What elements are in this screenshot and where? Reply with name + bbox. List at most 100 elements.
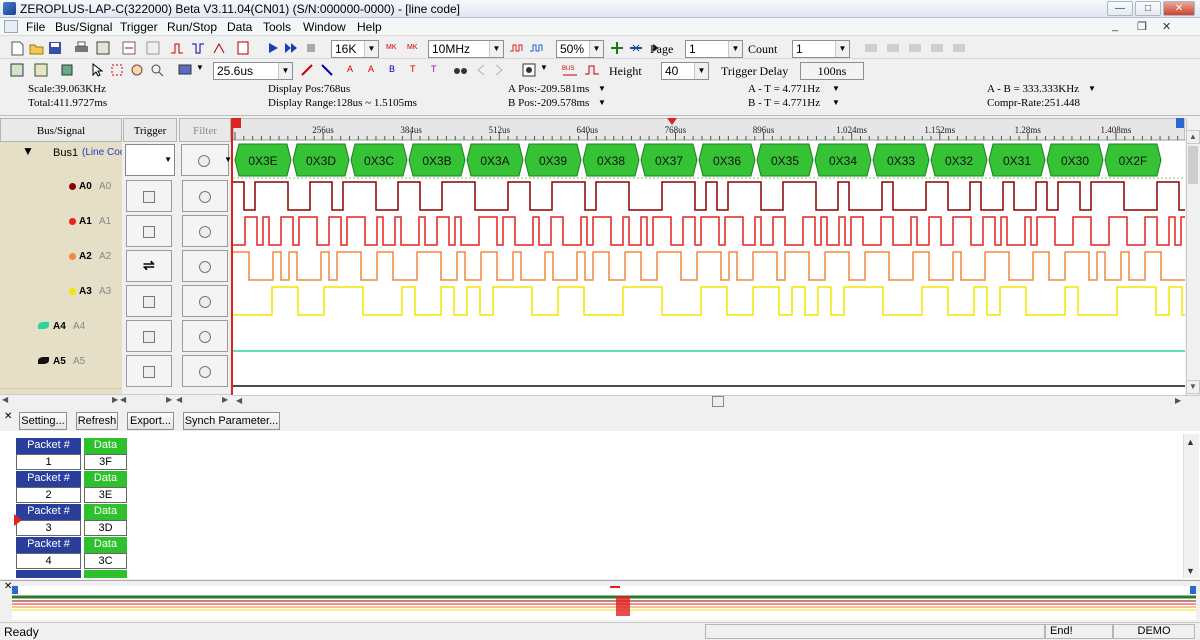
chevron-down-icon[interactable]: ▼ xyxy=(832,98,840,107)
find-prev-icon[interactable] xyxy=(472,61,490,79)
zoom-select-icon[interactable] xyxy=(148,61,166,79)
clock-wave-icon[interactable] xyxy=(508,39,526,57)
screen-icon[interactable] xyxy=(176,61,194,79)
height-select[interactable]: 40 ▼ xyxy=(661,62,709,80)
packet-vscrollbar[interactable] xyxy=(1183,434,1199,578)
scroll-left-icon[interactable]: ◀ xyxy=(236,396,242,405)
scroll-down-icon[interactable]: ▼ xyxy=(1186,566,1195,576)
hscroll-thumb[interactable] xyxy=(712,396,724,407)
packet-number[interactable]: 2 xyxy=(16,487,81,503)
scroll-left-icon[interactable]: ◀ xyxy=(176,395,182,404)
a0-trigger-cell[interactable] xyxy=(126,180,172,212)
a2-trigger-cell[interactable]: ⇌ xyxy=(126,250,172,282)
find-next-icon[interactable] xyxy=(490,61,508,79)
chevron-down-icon[interactable]: ▼ xyxy=(196,63,204,72)
synch-parameter-button[interactable]: Synch Parameter... xyxy=(183,412,280,430)
packet-data[interactable]: 3E xyxy=(84,487,127,503)
chevron-down-icon[interactable]: ▼ xyxy=(540,63,548,72)
cursor-b-icon[interactable] xyxy=(318,61,336,79)
scroll-right-icon[interactable]: ▶ xyxy=(166,395,172,404)
scroll-left-icon[interactable]: ◀ xyxy=(120,395,126,404)
zoom-mk-icon[interactable]: MK xyxy=(383,39,401,57)
menu-file[interactable]: File xyxy=(26,20,45,34)
refresh-button[interactable]: Refresh xyxy=(76,412,118,430)
collapse-icon[interactable]: ▼ xyxy=(22,144,34,158)
menu-bus-signal[interactable]: Bus/Signal xyxy=(55,20,112,34)
align3-icon[interactable] xyxy=(906,39,924,57)
packet-number[interactable]: 4 xyxy=(16,553,81,569)
bus-name[interactable]: Bus1 xyxy=(53,147,78,159)
menu-tools[interactable]: Tools xyxy=(263,20,291,34)
close-button[interactable]: ✕ xyxy=(1163,1,1195,16)
select-icon[interactable] xyxy=(108,61,126,79)
new-file-icon[interactable] xyxy=(8,39,26,57)
bar-a-icon[interactable]: A xyxy=(344,61,362,79)
clock-wave2-icon[interactable] xyxy=(528,39,546,57)
trigger-fall-icon[interactable] xyxy=(189,39,207,57)
group-icon[interactable] xyxy=(144,39,162,57)
pointer-icon[interactable] xyxy=(88,61,106,79)
bar-t-icon[interactable]: T xyxy=(407,61,425,79)
a4-filter-cell[interactable] xyxy=(182,320,228,352)
table-icon[interactable] xyxy=(32,61,50,79)
mdi-close-icon[interactable]: ✕ xyxy=(1162,20,1171,33)
minimize-button[interactable]: — xyxy=(1107,1,1133,16)
overview-canvas[interactable] xyxy=(12,586,1196,620)
packet-number[interactable]: 3 xyxy=(16,520,81,536)
scroll-right-icon[interactable]: ▶ xyxy=(222,395,228,404)
cursor-b-marker-icon[interactable] xyxy=(1176,118,1184,128)
bar-t2-icon[interactable]: T xyxy=(428,61,446,79)
menu-run-stop[interactable]: Run/Stop xyxy=(167,20,217,34)
find-icon[interactable] xyxy=(452,61,470,79)
menu-data[interactable]: Data xyxy=(227,20,252,34)
stop-icon[interactable] xyxy=(302,39,320,57)
a1-trigger-cell[interactable] xyxy=(126,215,172,247)
packet-data[interactable]: 3D xyxy=(84,520,127,536)
cursor-a-line[interactable] xyxy=(231,118,233,395)
a4-trigger-cell[interactable] xyxy=(126,320,172,352)
align2-icon[interactable] xyxy=(884,39,902,57)
a3-trigger-cell[interactable] xyxy=(126,285,172,317)
a5-trigger-cell[interactable] xyxy=(126,355,172,387)
chevron-down-icon[interactable]: ▼ xyxy=(1088,84,1096,93)
align-icon[interactable] xyxy=(862,39,880,57)
scroll-right-icon[interactable]: ▶ xyxy=(112,395,118,404)
a2-filter-cell[interactable] xyxy=(182,250,228,282)
chevron-down-icon[interactable]: ▼ xyxy=(832,84,840,93)
close-panel-icon[interactable]: ✕ xyxy=(4,411,12,422)
maximize-button[interactable]: □ xyxy=(1135,1,1161,16)
waveform-canvas[interactable]: 256us 384us 512us 640us 768us 896us 1.024ms 1.1… xyxy=(233,118,1185,395)
align5-icon[interactable] xyxy=(950,39,968,57)
run-continuous-icon[interactable] xyxy=(282,39,300,57)
signal-wave-icon[interactable] xyxy=(583,61,601,79)
memory-icon[interactable] xyxy=(234,39,252,57)
time-per-div-select[interactable]: 25.6us ▼ xyxy=(213,62,293,80)
run-icon[interactable] xyxy=(264,39,282,57)
memory-depth-select[interactable]: 16K ▼ xyxy=(331,40,379,58)
align4-icon[interactable] xyxy=(928,39,946,57)
bus-decoder[interactable]: (Line Coc xyxy=(82,147,122,158)
print-icon[interactable] xyxy=(72,39,90,57)
menu-help[interactable]: Help xyxy=(357,20,382,34)
mdi-minimize-icon[interactable]: _ xyxy=(1112,20,1118,32)
bus-wave-icon[interactable]: BUS xyxy=(561,61,579,79)
zoom-mk2-icon[interactable]: MK xyxy=(404,39,422,57)
a3-filter-cell[interactable] xyxy=(182,285,228,317)
chevron-down-icon[interactable]: ▼ xyxy=(598,84,606,93)
chevron-down-icon[interactable]: ▼ xyxy=(598,98,606,107)
scroll-up-icon[interactable]: ▲ xyxy=(1186,437,1195,447)
a0-filter-cell[interactable] xyxy=(182,180,228,212)
trigger-position-select[interactable]: 50% ▼ xyxy=(556,40,604,58)
setting-button[interactable]: Setting... xyxy=(19,412,67,430)
save-icon[interactable] xyxy=(46,39,64,57)
bar-b-icon[interactable]: A xyxy=(365,61,383,79)
mdi-restore-icon[interactable]: ❐ xyxy=(1137,20,1147,33)
packet-number[interactable]: 1 xyxy=(16,454,81,470)
page-select[interactable]: 1 ▼ xyxy=(685,40,743,58)
zoom-in-icon[interactable] xyxy=(608,39,626,57)
trigger-rise-icon[interactable] xyxy=(168,39,186,57)
a5-filter-cell[interactable] xyxy=(182,355,228,387)
scroll-up-icon[interactable]: ▲ xyxy=(1186,130,1200,144)
scroll-right-icon[interactable]: ▶ xyxy=(1175,396,1181,405)
open-folder-icon[interactable] xyxy=(27,39,45,57)
